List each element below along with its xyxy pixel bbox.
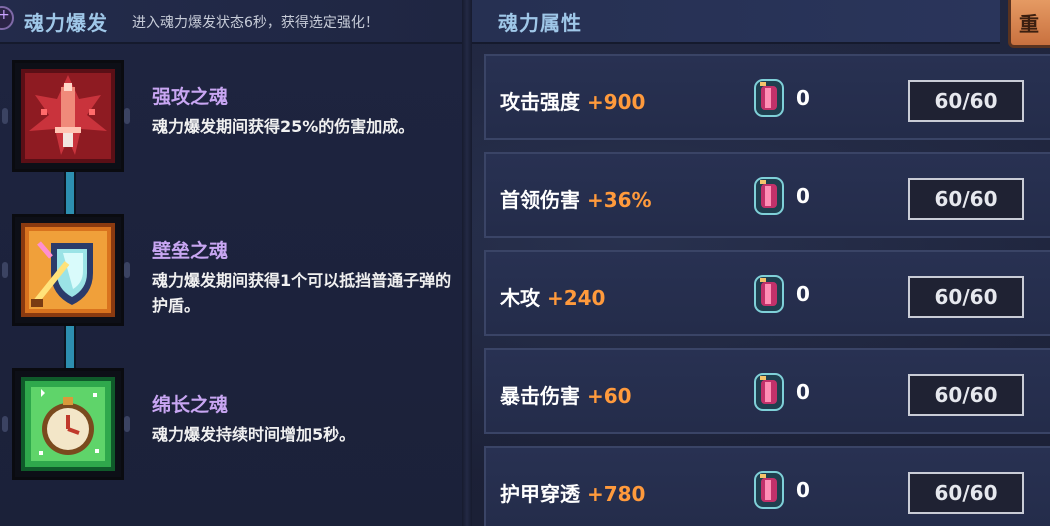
level-counter[interactable]: 60/60	[908, 374, 1024, 416]
gem-count: 0	[796, 478, 810, 502]
attribute-bonus: +240	[546, 286, 606, 310]
attribute-label: 攻击强度 +900	[500, 86, 645, 115]
attribute-label: 护甲穿透 +780	[500, 478, 645, 507]
skill-icon-frame	[12, 214, 124, 326]
soul-gem-icon	[754, 471, 784, 509]
attribute-row-boss-damage[interactable]: 首领伤害 +36% 0 60/60	[484, 152, 1050, 238]
attribute-label: 木攻 +240	[500, 282, 605, 311]
skill-name: 壁垒之魂	[152, 240, 229, 262]
soul-attributes-title: 魂力属性	[498, 11, 582, 35]
panel-divider	[462, 0, 472, 526]
attribute-label: 暴击伤害 +60	[500, 380, 632, 409]
attribute-row-crit-damage[interactable]: 暴击伤害 +60 0 60/60	[484, 348, 1050, 434]
soul-burst-subtitle: 进入魂力爆发状态6秒，获得选定强化！	[132, 15, 379, 31]
soul-gem-icon	[754, 373, 784, 411]
gem-count: 0	[796, 86, 810, 110]
skill-icon-frame	[12, 60, 124, 172]
level-counter[interactable]: 60/60	[908, 276, 1024, 318]
level-counter[interactable]: 60/60	[908, 80, 1024, 122]
attribute-name: 木攻	[500, 286, 540, 310]
skill-item-bulwark[interactable]: 壁垒之魂 魂力爆发期间获得1个可以抵挡普通子弹的护盾。	[0, 214, 462, 334]
skill-item-enduring[interactable]: 绵长之魂 魂力爆发持续时间增加5秒。	[0, 368, 462, 488]
skill-icon-frame	[12, 368, 124, 480]
soul-burst-panel: 魂力爆发 进入魂力爆发状态6秒，获得选定强化！	[0, 0, 472, 526]
gem-count: 0	[796, 380, 810, 404]
skill-description: 魂力爆发持续时间增加5秒。	[152, 425, 356, 444]
stopwatch-rune-icon	[21, 377, 115, 471]
attribute-name: 首领伤害	[500, 188, 580, 212]
gem-count: 0	[796, 282, 810, 306]
skill-item-strong-attack[interactable]: 强攻之魂 魂力爆发期间获得25%的伤害加成。	[0, 60, 462, 180]
soul-burst-header: 魂力爆发 进入魂力爆发状态6秒，获得选定强化！	[0, 0, 462, 44]
attribute-name: 护甲穿透	[500, 482, 580, 506]
level-counter[interactable]: 60/60	[908, 472, 1024, 514]
skill-description: 魂力爆发期间获得1个可以抵挡普通子弹的护盾。	[152, 271, 452, 315]
skill-name: 绵长之魂	[152, 394, 229, 416]
attribute-name: 暴击伤害	[500, 384, 580, 408]
attribute-label: 首领伤害 +36%	[500, 184, 652, 213]
plus-badge-icon[interactable]	[0, 6, 14, 30]
attribute-row-wood-attack[interactable]: 木攻 +240 0 60/60	[484, 250, 1050, 336]
attribute-bonus: +36%	[586, 188, 652, 212]
shield-sword-rune-icon	[21, 223, 115, 317]
soul-gem-icon	[754, 177, 784, 215]
level-counter[interactable]: 60/60	[908, 178, 1024, 220]
attribute-bonus: +60	[586, 384, 632, 408]
soul-gem-icon	[754, 79, 784, 117]
soul-burst-title: 魂力爆发	[24, 11, 108, 35]
reset-button[interactable]: 重	[1008, 0, 1050, 48]
attribute-bonus: +780	[586, 482, 646, 506]
attribute-bonus: +900	[586, 90, 646, 114]
attribute-row-armor-penetration[interactable]: 护甲穿透 +780 0 60/60	[484, 446, 1050, 526]
soul-gem-icon	[754, 275, 784, 313]
attribute-row-attack-power[interactable]: 攻击强度 +900 0 60/60	[484, 54, 1050, 140]
skill-description: 魂力爆发期间获得25%的伤害加成。	[152, 117, 415, 136]
soul-power-screen: 魂力爆发 进入魂力爆发状态6秒，获得选定强化！	[0, 0, 1050, 526]
skill-name: 强攻之魂	[152, 86, 229, 108]
gem-count: 0	[796, 184, 810, 208]
attribute-name: 攻击强度	[500, 90, 580, 114]
red-sword-rune-icon	[21, 69, 115, 163]
